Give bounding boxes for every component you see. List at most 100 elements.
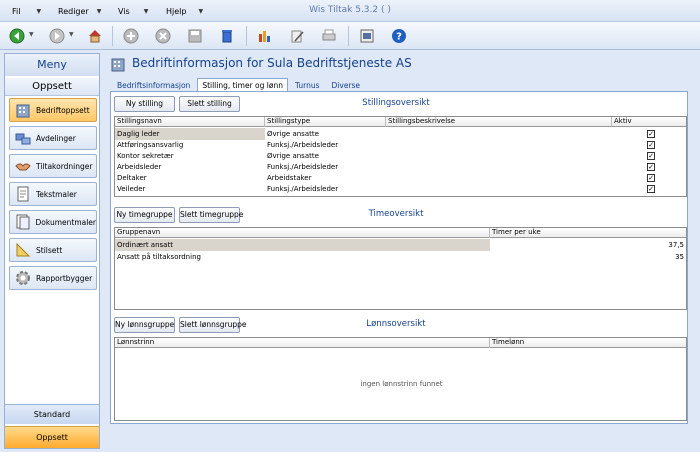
building-icon xyxy=(110,56,128,72)
sidebar-group-standard[interactable]: Standard xyxy=(5,404,99,424)
edit-icon[interactable] xyxy=(288,27,306,45)
menu-label: Hjelp xyxy=(166,6,187,16)
tab-turnus[interactable]: Turnus xyxy=(290,78,325,92)
table-header: Stillingsnavn Stillingstype Stillingsbes… xyxy=(115,117,686,127)
active-checkbox[interactable]: ✓ xyxy=(647,174,655,182)
menu-fil[interactable]: Fil ▼ xyxy=(12,5,41,17)
chevron-down-icon: ▼ xyxy=(198,7,204,15)
cell-name: Ansatt på tiltaksordning xyxy=(117,253,201,261)
chevron-down-icon: ▼ xyxy=(36,7,42,15)
menu-hjelp[interactable]: Hjelp ▼ xyxy=(166,5,203,17)
section-title: Timeoversikt xyxy=(368,209,424,219)
sidebar-title: Meny xyxy=(5,54,99,76)
column-header[interactable]: Lønnstrinn xyxy=(115,338,490,348)
ruler-icon xyxy=(12,239,34,261)
column-header[interactable]: Aktiv xyxy=(612,117,686,127)
tab-bedriftsinformasjon[interactable]: Bedriftsinformasjon xyxy=(112,78,195,92)
sidebar-item-label: Avdelinger xyxy=(36,133,76,143)
column-header[interactable]: Stillingsbeskrivelse xyxy=(386,117,612,127)
cell-hours: 35 xyxy=(675,253,684,261)
sidebar-item-rapportbygger[interactable]: Rapportbygger xyxy=(9,266,97,290)
forward-icon[interactable] xyxy=(48,27,66,45)
page-title: Bedriftinformasjon for Sula Bedriftstjen… xyxy=(132,56,412,70)
save-icon[interactable] xyxy=(186,27,204,45)
sidebar: Meny Oppsett Bedriftoppsett Avdelinger T… xyxy=(4,53,100,449)
active-checkbox[interactable]: ✓ xyxy=(647,152,655,160)
sidebar-section-title: Oppsett xyxy=(5,78,99,96)
sidebar-item-tiltakordninger[interactable]: Tiltakordninger xyxy=(9,154,97,178)
new-hour-group-button[interactable]: Ny timegruppe xyxy=(114,207,175,223)
toolbar-divider xyxy=(112,26,113,46)
handshake-icon xyxy=(12,155,34,177)
help-icon[interactable]: ? xyxy=(390,27,408,45)
table-header: Gruppenavn Timer per uke xyxy=(115,228,686,238)
app-title: Wis Tiltak 5.3.2 ( ) xyxy=(309,5,391,15)
document-template-icon xyxy=(12,211,33,233)
sidebar-item-bedriftoppsett[interactable]: Bedriftoppsett xyxy=(9,98,97,122)
menu-label: Rediger xyxy=(58,6,89,16)
settings-icon[interactable] xyxy=(358,27,376,45)
sidebar-item-stilsett[interactable]: Stilsett xyxy=(9,238,97,262)
table-row[interactable]: Ordinært ansatt 37,5 xyxy=(115,239,686,251)
sidebar-item-tekstmaler[interactable]: Tekstmaler xyxy=(9,182,97,206)
new-position-button[interactable]: Ny stilling xyxy=(114,96,175,112)
sidebar-item-avdelinger[interactable]: Avdelinger xyxy=(9,126,97,150)
table-header: Lønnstrinn Timelønn xyxy=(115,338,686,348)
delete-icon[interactable] xyxy=(154,27,172,45)
cell-type: Funksj./Arbeidsleder xyxy=(267,185,339,193)
building-icon xyxy=(12,99,34,121)
sidebar-item-label: Stilsett xyxy=(36,245,63,255)
positions-table: Stillingsnavn Stillingstype Stillingsbes… xyxy=(114,116,687,197)
chart-icon[interactable] xyxy=(256,27,274,45)
toolbar-divider xyxy=(246,26,247,46)
toolbar-divider xyxy=(348,26,349,46)
chevron-down-icon[interactable]: ▼ xyxy=(29,31,34,38)
print-icon[interactable] xyxy=(320,27,338,45)
active-checkbox[interactable]: ✓ xyxy=(647,163,655,171)
section-title: Lønnsoversikt xyxy=(366,319,426,329)
toolbar: ▼ ▼ ? xyxy=(0,22,700,50)
title-bar: Fil ▼ Rediger ▼ Vis ▼ Hjelp ▼ Wis Tiltak 5.3… xyxy=(0,0,700,22)
cell-hours: 37,5 xyxy=(668,241,684,249)
table-row[interactable]: Ansatt på tiltaksordning 35 xyxy=(115,251,686,263)
empty-message: ingen lønnstrinn funnet xyxy=(360,380,443,388)
menu-vis[interactable]: Vis ▼ xyxy=(118,5,148,17)
tab-stilling-timer-lonn[interactable]: Stilling, timer og lønn xyxy=(197,78,288,92)
departments-icon xyxy=(12,127,34,149)
cell-name: Veileder xyxy=(117,185,146,193)
column-header[interactable]: Stillingstype xyxy=(265,117,386,127)
sidebar-item-label: Tiltakordninger xyxy=(36,161,93,171)
delete-wage-group-button[interactable]: Slett lønnsgruppe xyxy=(179,317,247,333)
sidebar-item-dokumentmaler[interactable]: Dokumentmaler xyxy=(9,210,97,234)
sidebar-item-label: Tekstmaler xyxy=(36,189,77,199)
menu-rediger[interactable]: Rediger ▼ xyxy=(58,5,101,17)
trash-icon[interactable] xyxy=(218,27,236,45)
column-header[interactable]: Timelønn xyxy=(490,338,686,348)
cell-name: Ordinært ansatt xyxy=(115,239,490,251)
active-checkbox[interactable]: ✓ xyxy=(647,141,655,149)
tab-content: Ny stilling Slett stilling Stillingsover… xyxy=(110,91,688,424)
home-icon[interactable] xyxy=(86,27,104,45)
add-icon[interactable] xyxy=(122,27,140,45)
active-checkbox[interactable]: ✓ xyxy=(647,185,655,193)
tab-diverse[interactable]: Diverse xyxy=(327,78,366,92)
section-title: Stillingsoversikt xyxy=(362,98,430,108)
chevron-down-icon: ▼ xyxy=(143,7,149,15)
new-wage-group-button[interactable]: Ny lønnsgruppe xyxy=(114,317,175,333)
gear-icon xyxy=(12,267,34,289)
table-row[interactable]: Veileder Funksj./Arbeidsleder ✓ xyxy=(115,183,686,195)
active-checkbox[interactable]: ✓ xyxy=(647,130,655,138)
column-header[interactable]: Timer per uke xyxy=(490,228,686,238)
chevron-down-icon[interactable]: ▼ xyxy=(69,31,74,38)
back-icon[interactable] xyxy=(8,27,26,45)
chevron-down-icon: ▼ xyxy=(96,7,102,15)
column-header[interactable]: Stillingsnavn xyxy=(115,117,265,127)
help-glyph: ? xyxy=(396,32,402,43)
delete-position-button[interactable]: Slett stilling xyxy=(179,96,240,112)
sidebar-item-label: Dokumentmaler xyxy=(35,217,96,227)
wage-table: Lønnstrinn Timelønn ingen lønnstrinn fun… xyxy=(114,337,687,421)
text-template-icon xyxy=(12,183,34,205)
delete-hour-group-button[interactable]: Slett timegruppe xyxy=(179,207,243,223)
column-header[interactable]: Gruppenavn xyxy=(115,228,490,238)
sidebar-group-oppsett[interactable]: Oppsett xyxy=(5,426,99,448)
